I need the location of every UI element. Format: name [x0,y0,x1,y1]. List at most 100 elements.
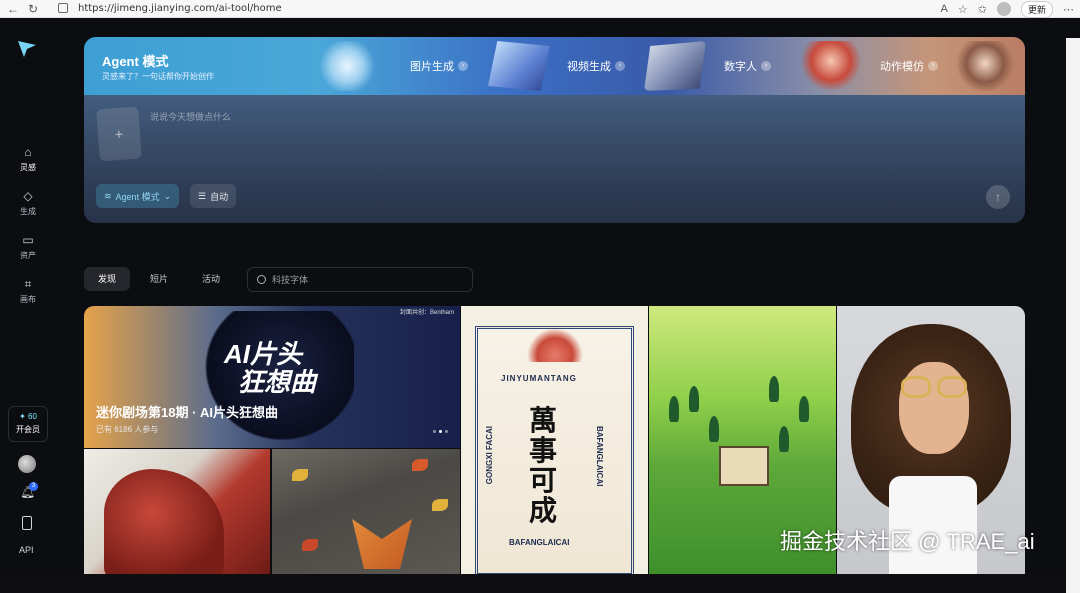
prompt-input[interactable] [150,107,930,127]
prompt-area: + ≋ Agent 模式 ⌄ ☰ 自动 ↑ [84,95,1025,223]
url-text: https://jimeng.jianying.com/ai-tool/home [78,2,282,14]
poster-bottom-text: BAFANGLAICAI [509,538,570,547]
upload-reference-button[interactable]: + [96,106,142,162]
feature-video-generation[interactable]: 视频生成 › [567,58,625,74]
gallery-item-poster[interactable]: JINYUMANTANG GONGXI FACAI 萬事可成 BAFANGLAI… [461,306,648,574]
credits-count: 60 [28,412,37,421]
agent-title: Agent 模式 [102,54,169,69]
mobile-icon[interactable] [22,516,32,530]
home-icon: ⌂ [24,145,32,159]
featured-event-banner[interactable]: 封面共创：Bentham AI片头 狂想曲 迷你剧场第18期 · AI片头狂想曲… [84,306,460,448]
tab-shorts[interactable]: 短片 [136,267,182,291]
tree-image [769,376,779,402]
glasses-image [897,376,971,398]
gallery-item-fox[interactable] [272,449,460,574]
more-icon[interactable]: ⋯ [1063,3,1074,16]
browser-actions: A ☆ ✩ 更新 ⋯ [941,0,1074,18]
leaf-image [302,539,318,551]
event-logo: AI片头 狂想曲 [224,340,316,396]
sidebar-item-label: 灵感 [20,163,36,172]
search-icon [257,275,266,284]
event-participants: 已有 6186 人参与 [96,425,159,434]
poster-main-text: 萬事可成 [528,404,557,527]
feature-motion-imitation[interactable]: 动作模仿 › [880,58,938,74]
sidebar-item-canvas[interactable]: ⌗ 画布 [4,277,52,305]
search-bar[interactable] [247,267,473,292]
chevron-right-icon: › [761,61,771,71]
canvas-icon: ⌗ [24,277,32,291]
sidebar-item-inspiration[interactable]: ⌂ 灵感 [4,145,52,173]
feature-banner: Agent 模式 灵感来了？一句话帮你开始创作 图片生成 › 视频生成 › 数字… [84,37,1025,95]
chevron-right-icon: › [928,61,938,71]
agent-mode-icon: ≋ [104,190,112,201]
auto-label: 自动 [210,191,229,202]
motion-imitation-illustration [954,41,1016,91]
auto-settings-button[interactable]: ☰ 自动 [190,184,237,208]
diamond-icon: ◇ [23,189,33,203]
feature-label: 动作模仿 [880,61,924,73]
tab-discover[interactable]: 发现 [84,267,131,291]
event-logo-line2: 狂想曲 [238,367,317,397]
chevron-down-icon: ⌄ [163,190,172,201]
content-tabs: 发现 短片 活动 [84,267,234,291]
carousel-dot[interactable] [439,430,442,433]
event-logo-line1: AI片头 [224,339,303,369]
cottage-image [719,446,769,486]
carousel-dots[interactable] [433,430,448,433]
avatar[interactable] [18,455,36,473]
fox-image [352,519,412,569]
chevron-right-icon: › [458,61,468,71]
carousel-dot[interactable] [433,430,436,433]
lens [901,376,931,398]
update-button[interactable]: 更新 [1020,0,1053,18]
watermark: 掘金技术社区 @ TRAE_ai [780,529,1035,554]
star-icon[interactable]: ☆ [958,3,968,16]
feature-label: 图片生成 [410,61,454,73]
poster-right-text: BAFANGLAICAI [595,426,604,487]
sidebar-item-label: 画布 [20,295,36,304]
tab-events[interactable]: 活动 [188,267,234,291]
search-input[interactable] [272,274,462,285]
digital-human-illustration [644,41,706,91]
sidebar-item-assets[interactable]: ▭ 资产 [4,233,52,261]
sliders-icon: ☰ [198,190,207,201]
tree-image [689,386,699,412]
feature-digital-human[interactable]: 数字人 › [724,58,771,74]
agent-mode-dropdown[interactable]: ≋ Agent 模式 ⌄ [96,184,180,208]
poster-left-text: GONGXI FACAI [485,426,494,485]
vip-label: 开会员 [16,425,40,434]
agent-panel: Agent 模式 灵感来了？一句话帮你开始创作 图片生成 › 视频生成 › 数字… [84,37,1025,223]
lock-icon [58,3,68,13]
feature-image-generation[interactable]: 图片生成 › [410,58,468,74]
tree-image [669,396,679,422]
sidebar-item-generate[interactable]: ◇ 生成 [4,189,52,217]
notification-badge: 3 [29,482,38,491]
digital-human-portrait [800,41,862,91]
logo-icon[interactable] [16,39,38,59]
carousel-dot[interactable] [445,430,448,433]
reload-icon[interactable]: ↻ [26,2,40,16]
send-button[interactable]: ↑ [986,185,1010,209]
read-aloud-icon[interactable]: A [941,3,948,15]
profile-avatar[interactable] [996,2,1011,16]
poster-top-text: JINYUMANTANG [501,374,577,383]
image-gen-illustration [316,41,378,91]
sidebar: ⌂ 灵感 ◇ 生成 ▭ 资产 ⌗ 画布 ✦ 60 开会员 🔔︎ 3 API [0,19,56,574]
favorites-icon[interactable]: ✩ [978,3,987,16]
app-root: ⌂ 灵感 ◇ 生成 ▭ 资产 ⌗ 画布 ✦ 60 开会员 🔔︎ 3 API Ag… [0,19,1080,593]
api-link[interactable]: API [19,545,34,555]
sidebar-item-label: 生成 [20,207,36,216]
cover-credit: 封面共创：Bentham [399,310,454,316]
feature-label: 数字人 [724,61,757,73]
leaf-image [292,469,308,481]
address-bar[interactable]: https://jimeng.jianying.com/ai-tool/home [52,0,912,16]
lens [937,376,967,398]
vip-button[interactable]: ✦ 60 开会员 [8,406,48,442]
event-title: 迷你剧场第18期 · AI片头狂想曲 [96,405,279,420]
credits-display: ✦ 60 [19,412,37,421]
back-icon[interactable]: ← [6,2,20,16]
video-gen-illustration [488,41,550,91]
gallery-item-horse[interactable] [84,449,270,574]
feature-label: 视频生成 [567,61,611,73]
browser-toolbar: ← ↻ https://jimeng.jianying.com/ai-tool/… [0,0,1080,18]
